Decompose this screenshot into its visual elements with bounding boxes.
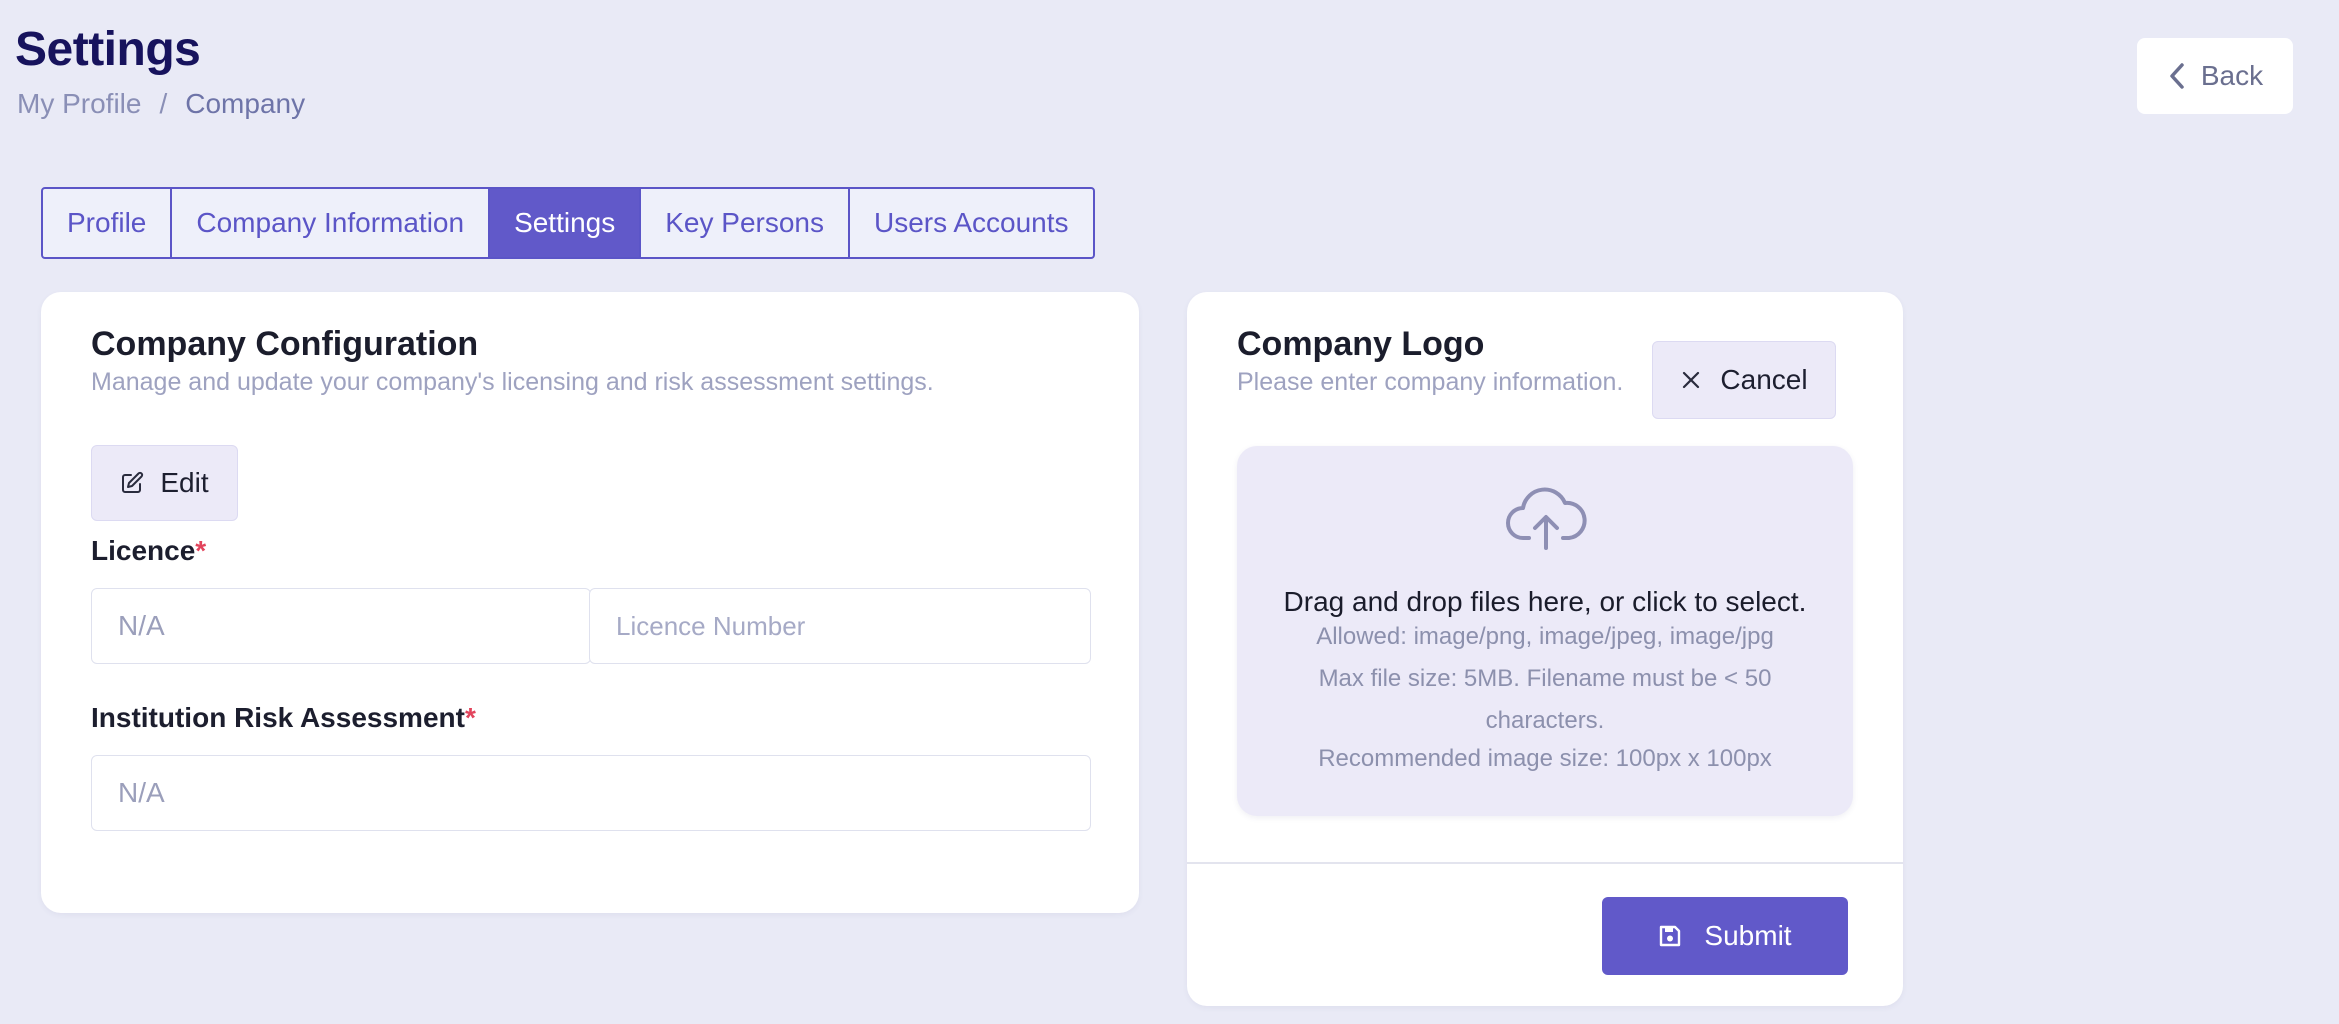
tab-settings[interactable]: Settings bbox=[490, 189, 642, 257]
submit-label: Submit bbox=[1704, 920, 1792, 951]
tab-key-persons[interactable]: Key Persons bbox=[641, 189, 850, 257]
company-logo-card: Company Logo Please enter company inform… bbox=[1187, 292, 1903, 1006]
company-configuration-card: Company Configuration Manage and update … bbox=[41, 292, 1139, 913]
tab-bar: Profile Company Information Settings Key… bbox=[41, 187, 1095, 259]
close-icon bbox=[1683, 371, 1700, 389]
required-mark: * bbox=[464, 702, 476, 733]
cancel-label: Cancel bbox=[1720, 364, 1808, 395]
card-footer-divider bbox=[1187, 862, 1903, 864]
breadcrumb-separator: / bbox=[159, 88, 168, 119]
institution-risk-assessment-label: Institution Risk Assessment* bbox=[91, 702, 476, 733]
company-logo-title: Company Logo bbox=[1237, 325, 1485, 363]
tab-users-accounts[interactable]: Users Accounts bbox=[850, 189, 1093, 257]
dropzone-max-size: Max file size: 5MB. Filename must be < 5… bbox=[1318, 665, 1772, 734]
cancel-button[interactable]: Cancel bbox=[1652, 341, 1836, 419]
edit-icon bbox=[122, 471, 144, 493]
dropzone-allowed-types: Allowed: image/png, image/jpeg, image/jp… bbox=[1316, 623, 1774, 650]
tab-profile[interactable]: Profile bbox=[43, 189, 173, 257]
cloud-upload-icon bbox=[1506, 487, 1587, 550]
company-logo-subtitle: Please enter company information. bbox=[1237, 368, 1624, 396]
submit-button[interactable]: Submit bbox=[1602, 897, 1848, 975]
breadcrumb: My Profile / Company bbox=[17, 88, 305, 120]
institution-risk-assessment-input[interactable] bbox=[91, 755, 1091, 831]
required-mark: * bbox=[195, 535, 207, 566]
licence-number-input[interactable] bbox=[589, 588, 1091, 664]
back-button[interactable]: Back bbox=[2137, 38, 2293, 114]
edit-label: Edit bbox=[160, 467, 209, 498]
page-title: Settings bbox=[15, 23, 201, 76]
dropzone-instructions: Drag and drop files here, or click to se… bbox=[1283, 586, 1807, 617]
back-label: Back bbox=[2200, 60, 2264, 91]
dropzone-recommended-size: Recommended image size: 100px x 100px bbox=[1318, 745, 1772, 772]
logo-dropzone[interactable]: Drag and drop files here, or click to se… bbox=[1237, 446, 1853, 816]
chevron-left-icon bbox=[2170, 63, 2184, 89]
settings-page: Settings My Profile / Company Back Profi… bbox=[0, 0, 2339, 1024]
breadcrumb-my-profile[interactable]: My Profile bbox=[17, 88, 141, 120]
save-icon bbox=[1660, 925, 1681, 947]
company-configuration-title: Company Configuration bbox=[91, 325, 479, 363]
breadcrumb-company: Company bbox=[185, 88, 306, 119]
edit-button[interactable]: Edit bbox=[91, 445, 238, 521]
licence-input[interactable] bbox=[91, 588, 591, 664]
tab-company-information[interactable]: Company Information bbox=[172, 189, 491, 257]
company-configuration-subtitle: Manage and update your company's licensi… bbox=[91, 368, 934, 396]
licence-label: Licence* bbox=[91, 535, 207, 566]
